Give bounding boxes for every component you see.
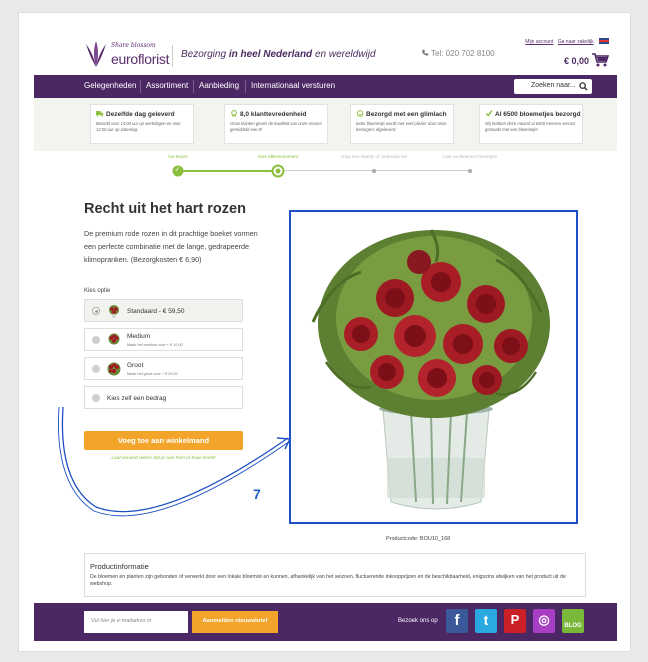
tulip-logo-icon [86, 41, 106, 67]
usp-description: Ieder bloemetje wordt met veel plezier d… [356, 121, 447, 132]
option-groot[interactable]: Groot Maak het groot voor + € 20,00 [84, 357, 243, 380]
usp-title: Al 6500 bloemetjes bezorgd [495, 111, 581, 118]
step-dot [372, 169, 376, 173]
bouquet-thumbnail [109, 305, 119, 318]
usp-title: 8,0 klanttevredenheid [240, 111, 307, 118]
annotation-arrow-icon [58, 406, 292, 517]
option-subtext: Maak het groot voor + € 20,00 [127, 372, 178, 376]
usp-card: Dezelfde dag geleverd Besteld voor 14:00… [90, 104, 194, 144]
screenshot-frame: Share blossom euroflorist Bezorging in h… [18, 12, 631, 652]
header-divider [172, 45, 173, 67]
checkout-steps: Uw keuze Kies aflevermoment Voeg een kaa… [34, 151, 617, 181]
cart-total[interactable]: € 0,00 [564, 56, 589, 66]
shopping-cart-icon[interactable] [591, 52, 609, 68]
usp-title: Dezelfde dag geleverd [106, 111, 175, 118]
option-name: Standaard - € 59,50 [127, 308, 185, 315]
search-box[interactable]: Zoeken naar... [514, 79, 592, 94]
phone-number[interactable]: Tel: 020 702 8100 [421, 49, 495, 58]
nav-divider [193, 80, 194, 93]
info-title: Productinformatie [90, 562, 149, 571]
search-input[interactable]: Zoeken naar... [531, 82, 576, 89]
option-radio[interactable] [92, 365, 100, 373]
facebook-icon[interactable]: f [446, 609, 468, 633]
product-description: De premium rode rozen in dit prachtige b… [84, 229, 258, 264]
step-label: Laat uw bloemen bezorgen [442, 154, 498, 159]
my-account-link[interactable]: Mijn account [525, 39, 553, 45]
business-link[interactable]: Ga naar zakelijk [558, 39, 594, 45]
nav-divider [140, 80, 141, 93]
usp-description: Wij hebben deze maand al 6500 mensen ver… [485, 121, 576, 132]
smile-icon [356, 110, 364, 117]
twitter-icon[interactable]: t [475, 609, 497, 633]
usp-card: 8,0 klanttevredenheid Onze klanten geven… [224, 104, 328, 144]
usp-card: Al 6500 bloemetjes bezorgd Wij hebben de… [479, 104, 583, 144]
nav-item-aanbieding[interactable]: Aanbieding [199, 81, 239, 90]
usp-title: Bezorgd met een glimlach [366, 111, 447, 118]
info-text: De bloemen en planten zijn gebonden of v… [90, 574, 566, 587]
option-standaard[interactable]: Standaard - € 59,50 [84, 299, 243, 322]
nav-item-gelegenheden[interactable]: Gelegenheden [84, 81, 137, 90]
option-medium[interactable]: Medium Maak het medium voor + € 10,00 [84, 328, 243, 351]
rose-bouquet-image [291, 212, 576, 522]
step-label: Voeg een kaartje of cadeautje toe [340, 154, 408, 159]
logo-name: euroflorist [111, 51, 170, 67]
option-name: Groot [127, 362, 144, 369]
nav-divider [245, 80, 246, 93]
header: Share blossom euroflorist Bezorging in h… [34, 35, 617, 75]
option-radio[interactable] [92, 394, 100, 402]
annotation-number: 7 [253, 486, 261, 502]
option-name: Kies zelf een bedrag [107, 395, 167, 402]
logo-tagline: Share blossom [111, 42, 156, 49]
step-label[interactable]: Kies aflevermoment [258, 154, 298, 159]
nav-item-internationaal[interactable]: Internationaal versturen [251, 81, 335, 90]
check-icon [485, 110, 493, 117]
main-nav: Gelegenheden Assortiment Aanbieding Inte… [34, 75, 617, 98]
bouquet-thumbnail [107, 362, 121, 376]
option-name: Medium [127, 333, 151, 340]
option-subtext: Maak het medium voor + € 10,00 [127, 343, 183, 347]
phone-icon [422, 49, 429, 56]
product-page: Share blossom euroflorist Bezorging in h… [34, 35, 617, 641]
step-label[interactable]: Uw keuze [168, 154, 188, 159]
product-code: Productcode: BOU10_168 [386, 536, 451, 542]
newsletter-subscribe-button[interactable]: Aanmelden nieuwsbrief [192, 611, 278, 633]
usp-card: Bezorgd met een glimlach Ieder bloemetje… [350, 104, 454, 144]
account-links: Mijn account Ga naar zakelijk [522, 38, 609, 45]
blog-icon[interactable]: BLOG [562, 609, 584, 633]
header-tagline: Bezorging in heel Nederland en wereldwij… [181, 49, 376, 60]
usp-band: Dezelfde dag geleverd Besteld voor 14:00… [34, 98, 617, 151]
search-icon[interactable] [579, 82, 588, 91]
award-icon [231, 110, 237, 117]
instagram-icon[interactable]: ◎ [533, 609, 555, 633]
newsletter-email-input[interactable]: Vul hier je e-mailadres in [84, 611, 188, 633]
product-title: Recht uit het hart rozen [84, 201, 246, 217]
product-photo[interactable] [289, 210, 578, 524]
uk-flag-icon[interactable] [599, 38, 609, 44]
step-progress-line [178, 170, 278, 172]
product-info-box: Productinformatie De bloemen en planten … [84, 553, 586, 597]
usp-description: Besteld voor 14:00 uur op werkdagen en v… [96, 121, 181, 132]
visit-us-label: Bezoek ons op [398, 618, 438, 624]
option-radio[interactable] [92, 307, 100, 315]
nav-item-assortiment[interactable]: Assortiment [146, 81, 188, 90]
step-dot [468, 169, 472, 173]
logo[interactable]: Share blossom euroflorist [84, 41, 170, 69]
bouquet-thumbnail [108, 333, 120, 345]
option-radio[interactable] [92, 336, 100, 344]
pinterest-icon[interactable]: P [504, 609, 526, 633]
options-label: Kies optie [84, 288, 111, 294]
truck-icon [96, 111, 104, 117]
footer: Vul hier je e-mailadres in Aanmelden nie… [34, 603, 617, 641]
usp-description: Onze klanten geven de kwaliteit van onze… [230, 121, 322, 132]
step-done-check-icon[interactable]: ✓ [172, 165, 184, 177]
step-current-dot[interactable] [271, 164, 285, 178]
